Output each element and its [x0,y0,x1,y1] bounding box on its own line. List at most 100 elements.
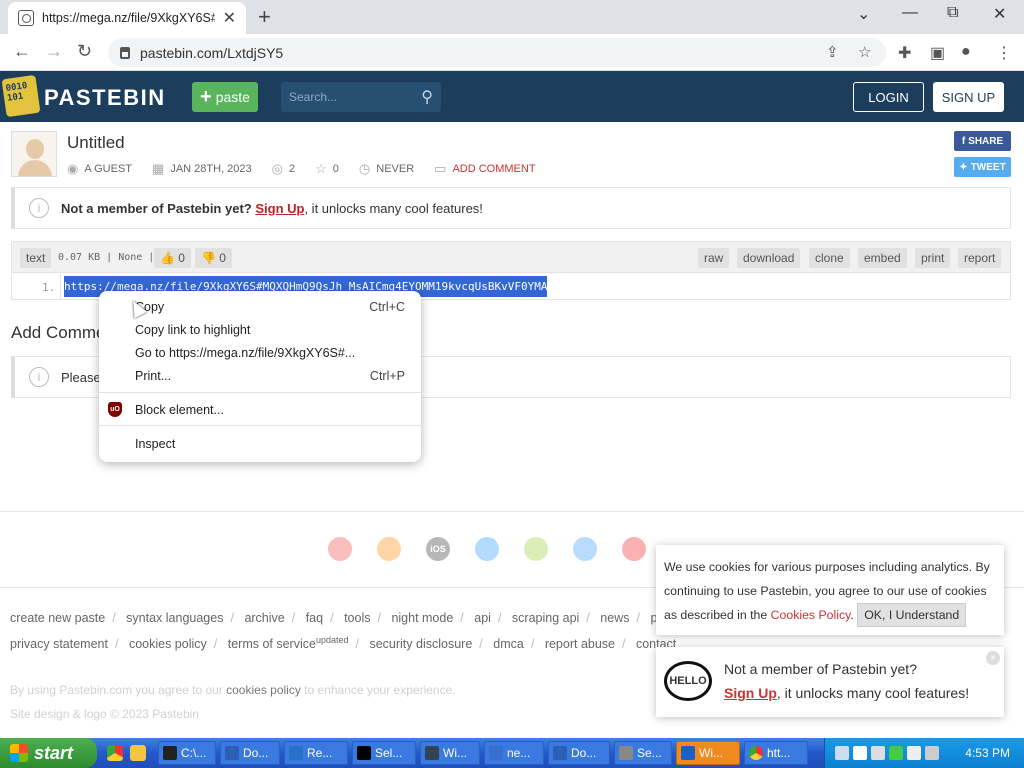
chrome-icon[interactable] [328,537,352,561]
search-icon[interactable]: ⚲ [421,87,433,107]
extensions-icon[interactable]: ✚ [898,43,911,63]
tray-icon[interactable] [907,746,921,760]
taskbar-item[interactable]: Do... [548,741,610,765]
taskbar-item[interactable]: Wi... [420,741,480,765]
start-button[interactable]: start [0,738,97,768]
footer-links-row2: privacy statement / cookies policy / terms… [10,635,677,652]
pastebin-brand[interactable]: PASTEBIN [44,85,166,111]
member-popup-signup-link[interactable]: Sign Up [724,685,777,701]
volume-icon[interactable] [925,746,939,760]
taskbar-item[interactable]: Se... [614,741,672,765]
address-bar[interactable]: pastebin.com/LxtdjSY5 [108,38,886,67]
ios-icon[interactable]: iOS [426,537,450,561]
footer-link[interactable]: create new paste [10,611,105,625]
taskbar-item-label: Wi... [443,746,467,760]
taskbar-clock[interactable]: 4:53 PM [965,746,1010,760]
taskbar-item[interactable]: Re... [284,741,348,765]
footer-link[interactable]: dmca [493,637,524,651]
add-comment-link[interactable]: ADD COMMENT [452,163,535,175]
chrome-quicklaunch-icon[interactable] [107,745,123,761]
facebook-share-button[interactable]: f SHARE [954,131,1011,151]
context-block-element[interactable]: Block element... [135,399,405,421]
footer-link[interactable]: api [474,611,491,625]
footer-link[interactable]: faq [306,611,323,625]
search-input[interactable]: Search... ⚲ [281,82,441,112]
restore-button[interactable]: ⧉ [947,4,958,22]
syntax-tag[interactable]: text [20,248,52,268]
context-copy[interactable]: Copy Ctrl+C [135,296,405,318]
hello-bubble-icon: HELLO [664,661,712,701]
opera-icon[interactable] [622,537,646,561]
android-icon[interactable] [524,537,548,561]
clone-button[interactable]: clone [809,248,850,268]
back-button[interactable]: ← [13,41,31,62]
context-goto[interactable]: Go to https://mega.nz/file/9XkgXY6S#... [135,342,405,364]
windows-icon[interactable] [475,537,499,561]
context-copy-link[interactable]: Copy link to highlight [135,319,405,341]
cookie-popup: We use cookies for various purposes incl… [656,545,1004,635]
dislike-button[interactable]: 👎 0 [195,248,232,268]
tray-icon[interactable] [835,746,849,760]
tweet-button[interactable]: ✦ TWEET [954,157,1011,177]
footer-link[interactable]: syntax languages [126,611,223,625]
like-button[interactable]: 👍 0 [154,248,191,268]
taskbar-item[interactable]: C:\... [158,741,216,765]
footer-link[interactable]: archive [244,611,284,625]
embed-button[interactable]: embed [858,248,907,268]
context-print[interactable]: Print... Ctrl+P [135,365,405,387]
notice-signup-link[interactable]: Sign Up [255,201,304,216]
profile-icon[interactable]: ● [961,43,971,61]
menu-kebab-icon[interactable]: ⋮ [996,43,1012,63]
reload-button[interactable]: ↻ [77,41,92,62]
tray-icon[interactable] [889,746,903,760]
lock-icon[interactable] [120,46,130,59]
share-icon[interactable]: ⇪ [826,43,839,61]
taskbar-item-active[interactable]: Wi... [676,741,740,765]
tray-icon[interactable] [871,746,885,760]
pastebin-logo[interactable]: 0010 101 [1,74,41,118]
footer-cookies-policy-link[interactable]: cookies policy [226,683,301,697]
tab-close-icon[interactable]: ✕ [223,8,236,28]
footer-link[interactable]: cookies policy [129,637,207,651]
footer-link[interactable]: night mode [391,611,453,625]
tray-icon[interactable] [853,746,867,760]
tab-search-icon[interactable]: ⌄ [857,4,870,24]
browser-tab[interactable]: https://mega.nz/file/9XkgXY6S#M ✕ [8,2,246,34]
signup-button[interactable]: SIGN UP [933,82,1004,112]
forward-button[interactable]: → [45,41,63,62]
mac-icon[interactable] [573,537,597,561]
side-panel-icon[interactable]: ▣ [930,43,945,63]
raw-button[interactable]: raw [698,248,730,268]
taskbar-item[interactable]: ne... [484,741,544,765]
new-paste-button[interactable]: + paste [192,82,258,112]
download-button[interactable]: download [737,248,801,268]
context-inspect[interactable]: Inspect [135,433,405,455]
close-icon[interactable]: × [986,651,1000,665]
bookmark-star-icon[interactable]: ☆ [858,43,871,61]
firefox-icon[interactable] [377,537,401,561]
footer-link[interactable]: privacy statement [10,637,108,651]
copy-shortcut: Ctrl+C [369,300,405,314]
new-tab-button[interactable]: + [258,4,271,30]
footer-link[interactable]: news [600,611,629,625]
folder-quicklaunch-icon[interactable] [130,745,146,761]
footer-link[interactable]: security disclosure [369,637,472,651]
platform-icons: iOS [328,537,646,561]
report-button[interactable]: report [958,248,1002,268]
close-window-button[interactable]: ✕ [993,4,1006,24]
paste-author[interactable]: A GUEST [84,163,132,175]
taskbar-item[interactable]: Do... [220,741,280,765]
footer-link-terms[interactable]: terms of service [228,637,316,651]
taskbar-item[interactable]: Sel... [352,741,416,765]
minimize-button[interactable]: — [902,4,918,22]
footer-link[interactable]: scraping api [512,611,579,625]
taskbar-item[interactable]: htt... [744,741,808,765]
footer-link[interactable]: tools [344,611,370,625]
cookie-policy-link[interactable]: Cookies Policy [771,608,851,622]
login-button[interactable]: LOGIN [853,82,924,112]
print-button[interactable]: print [915,248,951,268]
tab-title: https://mega.nz/file/9XkgXY6S#M [42,11,215,25]
footer-link[interactable]: report abuse [545,637,615,651]
taskbar-item-label: Do... [571,746,597,760]
cookie-accept-button[interactable]: OK, I Understand [857,603,967,627]
